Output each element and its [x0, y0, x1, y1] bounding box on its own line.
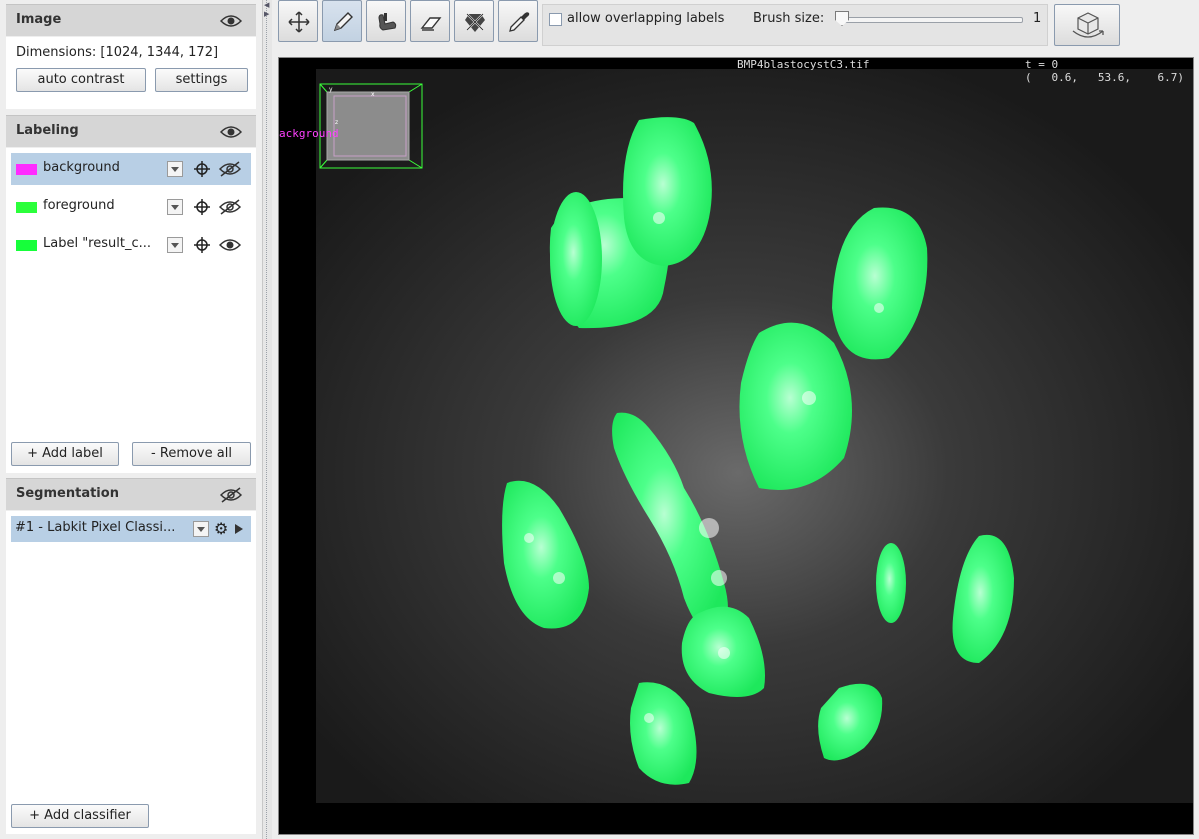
svg-text:z: z	[335, 119, 338, 126]
pencil-tool-button[interactable]	[322, 0, 362, 42]
label-dropdown-button[interactable]	[167, 237, 183, 253]
segmentation-section-header[interactable]: Segmentation	[6, 478, 256, 510]
eye-icon[interactable]	[220, 13, 242, 29]
allow-overlap-label: allow overlapping labels	[567, 11, 725, 26]
label-item-background[interactable]: background	[11, 153, 251, 185]
image-viewer[interactable]: y x z BMP4blastocystC3.tif t = 0 ( 0.6, …	[278, 57, 1194, 835]
image-section-title: Image	[16, 12, 62, 27]
label-color-swatch[interactable]	[16, 164, 37, 175]
image-title: BMP4blastocystC3.tif	[737, 58, 870, 71]
panel-splitter[interactable]: ◀ ▶	[262, 0, 272, 839]
label-dropdown-button[interactable]	[167, 161, 183, 177]
eraser-icon	[420, 17, 442, 31]
microscopy-image[interactable]: y x z	[279, 58, 1194, 835]
play-icon[interactable]	[235, 524, 243, 534]
allow-overlap-checkbox[interactable]	[549, 13, 562, 26]
collapse-right-icon[interactable]: ▶	[264, 11, 269, 18]
label-name: background	[43, 160, 120, 175]
image-section-body: Dimensions: [1024, 1344, 172] auto contr…	[6, 37, 256, 109]
segmentation-item[interactable]: #1 - Labkit Pixel Classi... ⚙	[11, 516, 251, 542]
picker-tool-button[interactable]	[498, 0, 538, 42]
crosshair-icon[interactable]	[193, 160, 211, 178]
picker-icon	[509, 12, 530, 32]
move-tool-button[interactable]	[278, 0, 318, 42]
auto-contrast-button[interactable]: auto contrast	[16, 68, 146, 92]
segmentation-dropdown-button[interactable]	[193, 521, 209, 537]
labeling-section-header[interactable]: Labeling	[6, 115, 256, 147]
brush-size-value: 1	[1033, 11, 1042, 26]
move-icon	[288, 11, 310, 33]
label-dropdown-button[interactable]	[167, 199, 183, 215]
settings-button[interactable]: settings	[155, 68, 248, 92]
svg-text:x: x	[371, 91, 375, 98]
add-classifier-button[interactable]: + Add classifier	[11, 804, 149, 828]
crosshair-icon[interactable]	[193, 236, 211, 254]
segmentation-section-body: #1 - Labkit Pixel Classi... ⚙ + Add clas…	[6, 511, 256, 834]
tool-options-panel: allow overlapping labels Brush size: 1	[542, 4, 1048, 46]
label-item-foreground[interactable]: foreground	[11, 191, 251, 223]
labeling-section-body: background foreground Label "result_c...…	[6, 148, 256, 473]
time-readout: t = 0	[1025, 58, 1059, 71]
flood-fill-icon	[378, 13, 397, 31]
eye-icon[interactable]	[218, 237, 242, 253]
3d-cube-icon	[1072, 12, 1104, 38]
label-item-result[interactable]: Label "result_c...	[11, 229, 251, 261]
label-name: foreground	[43, 198, 115, 213]
label-color-swatch[interactable]	[16, 240, 37, 251]
label-name: Label "result_c...	[43, 236, 152, 251]
active-label-overlay: ackground	[279, 127, 339, 140]
image-section-header[interactable]: Image	[6, 4, 256, 36]
left-panel: Image Dimensions: [1024, 1344, 172] auto…	[0, 0, 262, 839]
add-label-button[interactable]: + Add label	[11, 442, 119, 466]
eraser-tool-button[interactable]	[410, 0, 450, 42]
svg-text:y: y	[329, 86, 333, 93]
labkit-window: Image Dimensions: [1024, 1344, 172] auto…	[0, 0, 1199, 839]
remove-all-button[interactable]: - Remove all	[132, 442, 251, 466]
image-dimensions: Dimensions: [1024, 1344, 172]	[16, 45, 219, 60]
flood-fill-tool-button[interactable]	[366, 0, 406, 42]
eye-hidden-icon[interactable]	[220, 487, 242, 503]
eye-hidden-icon[interactable]	[218, 161, 242, 177]
pencil-icon	[333, 12, 353, 32]
remove-label-tool-button[interactable]	[454, 0, 494, 42]
splitter-grip[interactable]	[266, 0, 268, 839]
labeling-section-title: Labeling	[16, 123, 79, 138]
3d-view-button[interactable]	[1054, 4, 1120, 46]
navigator-minimap[interactable]: y x z	[319, 83, 423, 169]
remove-label-icon	[465, 13, 485, 32]
collapse-left-icon[interactable]: ◀	[264, 2, 269, 9]
brush-size-slider-thumb[interactable]	[835, 11, 849, 26]
label-color-swatch[interactable]	[16, 202, 37, 213]
brush-size-slider[interactable]	[839, 17, 1023, 23]
toolbar: allow overlapping labels Brush size: 1	[272, 0, 1199, 52]
coordinate-readout: ( 0.6, 53.6, 6.7)	[1025, 71, 1184, 84]
brush-size-label: Brush size:	[753, 11, 825, 26]
gear-icon[interactable]: ⚙	[214, 519, 228, 538]
crosshair-icon[interactable]	[193, 198, 211, 216]
segmentation-section-title: Segmentation	[16, 486, 119, 501]
eye-icon[interactable]	[220, 124, 242, 140]
eye-hidden-icon[interactable]	[218, 199, 242, 215]
segmentation-item-name: #1 - Labkit Pixel Classi...	[15, 520, 176, 535]
